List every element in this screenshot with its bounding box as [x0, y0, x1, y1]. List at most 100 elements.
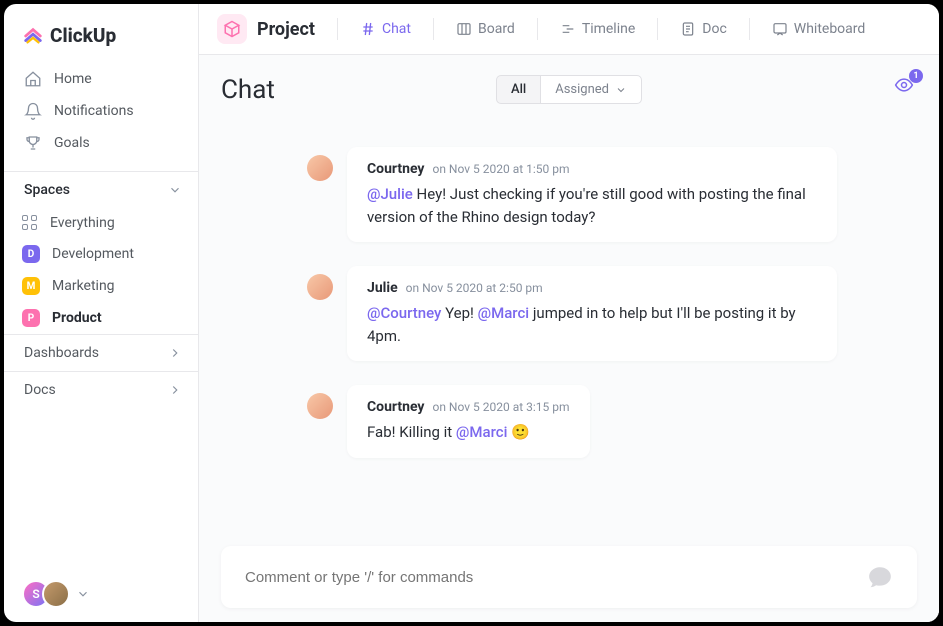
- mention[interactable]: @Marci: [478, 304, 529, 322]
- watchers-indicator[interactable]: 1: [891, 75, 917, 99]
- divider: [657, 18, 658, 40]
- content-header: Chat All Assigned 1: [221, 75, 917, 105]
- divider: [537, 18, 538, 40]
- tab-doc-label: Doc: [702, 21, 727, 37]
- space-everything[interactable]: Everything: [4, 208, 198, 238]
- brand-logo[interactable]: ClickUp: [4, 4, 198, 61]
- clickup-logo-icon: [22, 25, 44, 47]
- avatar: [307, 274, 333, 300]
- tab-chat-label: Chat: [382, 21, 411, 37]
- whiteboard-icon: [772, 21, 788, 37]
- tab-doc[interactable]: Doc: [670, 16, 737, 42]
- doc-icon: [680, 21, 696, 37]
- brand-name: ClickUp: [50, 24, 116, 47]
- filter-assigned[interactable]: Assigned: [540, 75, 642, 104]
- hash-icon: [360, 21, 376, 37]
- sidebar-footer: S: [4, 566, 198, 622]
- nav-goals-label: Goals: [54, 135, 90, 151]
- board-icon: [456, 21, 472, 37]
- message-bubble: Courtney on Nov 5 2020 at 1:50 pm @Julie…: [347, 147, 837, 242]
- mention[interactable]: @Marci: [456, 423, 507, 441]
- content-area: Chat All Assigned 1: [199, 55, 939, 622]
- nav-home[interactable]: Home: [4, 63, 198, 95]
- messages-list: Courtney on Nov 5 2020 at 1:50 pm @Julie…: [221, 127, 917, 538]
- space-label: Marketing: [52, 278, 115, 294]
- space-item-product[interactable]: P Product: [4, 302, 198, 334]
- tab-timeline-label: Timeline: [582, 21, 635, 37]
- message-body: @Julie Hey! Just checking if you're stil…: [367, 183, 817, 228]
- spaces-list: D Development M Marketing P Product: [4, 238, 198, 334]
- bell-icon: [24, 102, 42, 120]
- tab-board[interactable]: Board: [446, 16, 525, 42]
- space-badge: M: [22, 277, 40, 295]
- message-author: Courtney: [367, 161, 424, 177]
- chevron-right-icon: [168, 383, 182, 397]
- divider: [433, 18, 434, 40]
- nav-notifications-label: Notifications: [54, 103, 134, 119]
- nav-notifications[interactable]: Notifications: [4, 95, 198, 127]
- user-avatars[interactable]: S: [22, 580, 62, 608]
- message-bubble: Julie on Nov 5 2020 at 2:50 pm @Courtney…: [347, 266, 837, 361]
- space-everything-label: Everything: [50, 215, 115, 231]
- tab-whiteboard[interactable]: Whiteboard: [762, 16, 876, 42]
- main-area: Project Chat Board Timeline Doc: [199, 4, 939, 622]
- chevron-down-icon: [168, 183, 182, 197]
- project-title: Project: [257, 19, 315, 40]
- message: Courtney on Nov 5 2020 at 1:50 pm @Julie…: [307, 147, 917, 242]
- comment-input[interactable]: [245, 569, 867, 586]
- divider: [749, 18, 750, 40]
- nav-goals[interactable]: Goals: [4, 127, 198, 159]
- docs-label: Docs: [24, 382, 56, 398]
- watchers-count: 1: [909, 69, 923, 83]
- tab-chat[interactable]: Chat: [350, 16, 421, 42]
- cube-icon: [223, 20, 241, 38]
- timeline-icon: [560, 21, 576, 37]
- message-timestamp: on Nov 5 2020 at 3:15 pm: [432, 400, 569, 414]
- avatar: [307, 155, 333, 181]
- dashboards-section[interactable]: Dashboards: [4, 334, 198, 371]
- chat-bubble-icon: [867, 564, 893, 590]
- nav-primary: Home Notifications Goals: [4, 61, 198, 161]
- message-body: Fab! Killing it @Marci 🙂: [367, 421, 570, 444]
- message-timestamp: on Nov 5 2020 at 2:50 pm: [406, 281, 543, 295]
- nav-home-label: Home: [54, 71, 92, 87]
- everything-icon: [22, 215, 38, 231]
- chevron-down-icon[interactable]: [76, 587, 90, 601]
- space-badge: D: [22, 245, 40, 263]
- avatar: [307, 393, 333, 419]
- sidebar: ClickUp Home Notifications Goals Spaces …: [4, 4, 199, 622]
- filter-all[interactable]: All: [496, 75, 540, 104]
- message-body: @Courtney Yep! @Marci jumped in to help …: [367, 302, 817, 347]
- comment-composer[interactable]: [221, 546, 917, 608]
- tab-whiteboard-label: Whiteboard: [794, 21, 866, 37]
- mention[interactable]: @Courtney: [367, 304, 441, 322]
- chevron-down-icon: [615, 84, 627, 96]
- spaces-header-label: Spaces: [24, 182, 70, 198]
- message-author: Courtney: [367, 399, 424, 415]
- message: Julie on Nov 5 2020 at 2:50 pm @Courtney…: [307, 266, 917, 361]
- message-timestamp: on Nov 5 2020 at 1:50 pm: [432, 162, 569, 176]
- project-icon-chip[interactable]: [217, 14, 247, 44]
- message-bubble: Courtney on Nov 5 2020 at 3:15 pm Fab! K…: [347, 385, 590, 458]
- message-author: Julie: [367, 280, 398, 296]
- space-badge: P: [22, 309, 40, 327]
- space-label: Development: [52, 246, 134, 262]
- space-item-marketing[interactable]: M Marketing: [4, 270, 198, 302]
- space-label: Product: [52, 310, 102, 326]
- home-icon: [24, 70, 42, 88]
- spaces-header[interactable]: Spaces: [4, 171, 198, 208]
- tab-board-label: Board: [478, 21, 515, 37]
- mention[interactable]: @Julie: [367, 185, 413, 203]
- tab-timeline[interactable]: Timeline: [550, 16, 645, 42]
- avatar: [42, 580, 70, 608]
- topbar: Project Chat Board Timeline Doc: [199, 4, 939, 55]
- docs-section[interactable]: Docs: [4, 371, 198, 408]
- divider: [337, 18, 338, 40]
- app-window: ClickUp Home Notifications Goals Spaces …: [4, 4, 939, 622]
- page-title: Chat: [221, 75, 275, 105]
- space-item-development[interactable]: D Development: [4, 238, 198, 270]
- chevron-right-icon: [168, 346, 182, 360]
- message: Courtney on Nov 5 2020 at 3:15 pm Fab! K…: [307, 385, 917, 458]
- trophy-icon: [24, 134, 42, 152]
- dashboards-label: Dashboards: [24, 345, 99, 361]
